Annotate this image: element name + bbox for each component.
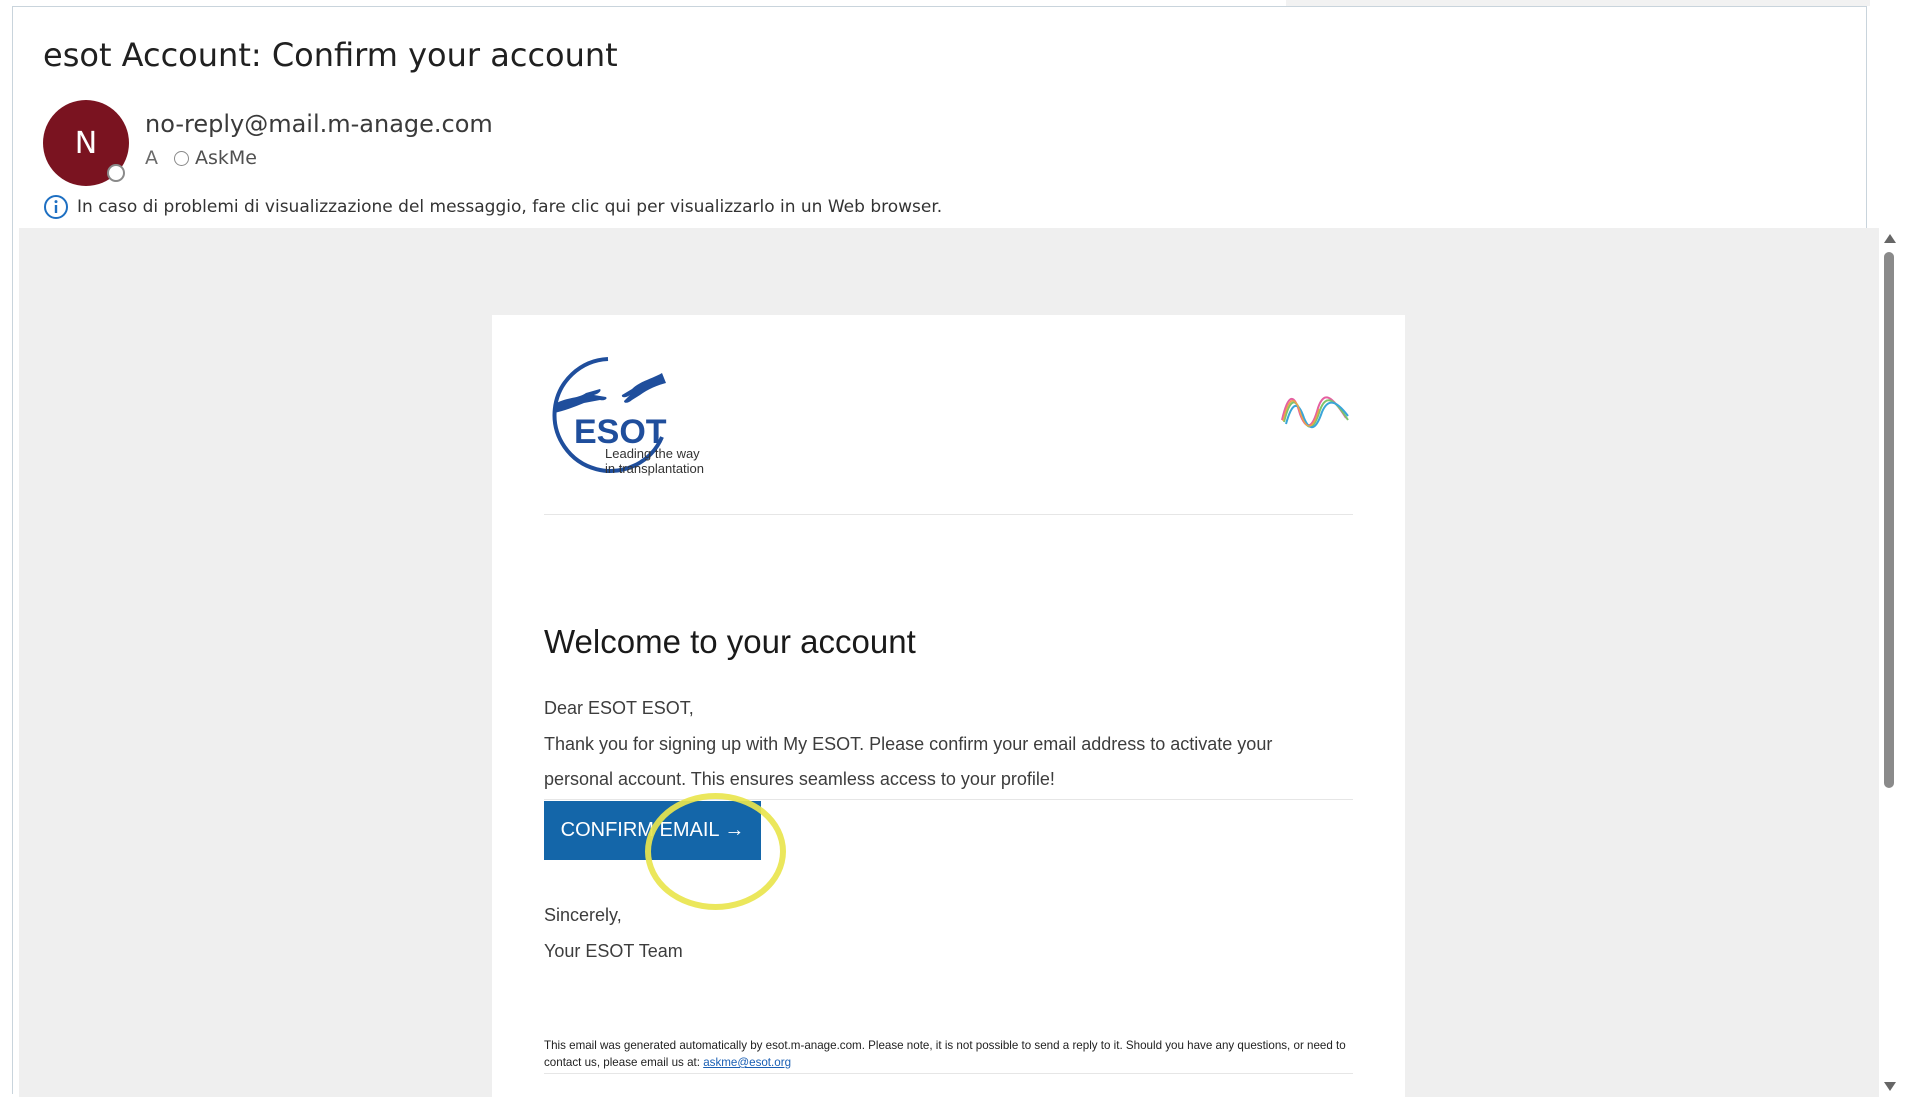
- email-signoff: Sincerely, Your ESOT Team: [544, 898, 683, 969]
- body-line-1: Thank you for signing up with My ESOT. P…: [544, 733, 1273, 754]
- info-bar[interactable]: In caso di problemi di visualizzazione d…: [43, 193, 942, 221]
- scroll-up-arrow-icon[interactable]: [1884, 234, 1896, 243]
- closing-text: Sincerely,: [544, 905, 622, 925]
- footer-divider: [544, 1073, 1353, 1074]
- scroll-down-arrow-icon[interactable]: [1884, 1082, 1896, 1091]
- greeting-text: Dear ESOT ESOT,: [544, 698, 694, 718]
- logo-tagline-2: in transplantation: [605, 461, 704, 476]
- message-subject: esot Account: Confirm your account: [43, 36, 618, 74]
- esot-logo: ESOT Leading the way in transplantation: [552, 357, 704, 476]
- logo-tagline-1: Leading the way: [605, 446, 700, 461]
- recipient-presence-icon: [174, 150, 189, 166]
- sender-address[interactable]: no-reply@mail.m-anage.com: [145, 110, 493, 138]
- footer-email-link[interactable]: askme@esot.org: [703, 1056, 791, 1069]
- email-body: Dear ESOT ESOT, Thank you for signing up…: [544, 691, 1353, 798]
- body-line-2: personal account. This ensures seamless …: [544, 769, 1055, 789]
- to-label: A: [145, 147, 158, 169]
- avatar-initial: N: [74, 125, 98, 161]
- email-card: ESOT Leading the way in transplantation …: [492, 315, 1405, 1097]
- scroll-thumb[interactable]: [1884, 252, 1894, 788]
- header-divider: [544, 514, 1353, 515]
- email-footer: This email was generated automatically b…: [544, 1037, 1353, 1071]
- wave-logo-icon: [1281, 396, 1349, 428]
- footer-text: This email was generated automatically b…: [544, 1039, 1346, 1069]
- signature-text: Your ESOT Team: [544, 940, 683, 961]
- info-circle-icon: [44, 195, 68, 219]
- presence-status-icon: [107, 164, 125, 182]
- recipients-row: A AskMe: [145, 146, 257, 170]
- email-heading: Welcome to your account: [544, 623, 916, 660]
- body-divider: [544, 799, 1353, 800]
- info-notice-text: In caso di problemi di visualizzazione d…: [77, 197, 943, 217]
- confirm-email-button[interactable]: CONFIRM EMAIL →: [544, 801, 761, 860]
- vertical-scrollbar[interactable]: [1880, 228, 1898, 1097]
- recipient-name[interactable]: AskMe: [195, 147, 257, 169]
- message-body-viewer: ESOT Leading the way in transplantation …: [19, 228, 1879, 1097]
